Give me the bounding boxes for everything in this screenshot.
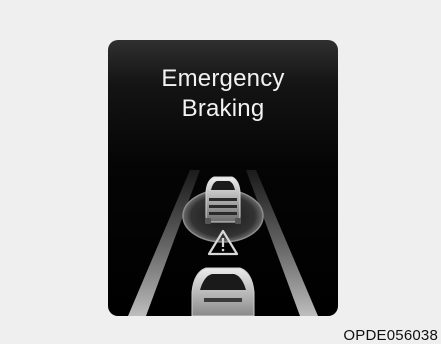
road-scene xyxy=(128,170,318,316)
illustration-page: Emergency Braking OPDE056038 xyxy=(0,0,441,344)
car-front-icon xyxy=(191,267,255,316)
figure-code: OPDE056038 xyxy=(343,327,438,344)
cluster-display: Emergency Braking xyxy=(108,40,338,316)
right-lane-line xyxy=(246,170,318,316)
car-rear-icon xyxy=(205,176,241,224)
left-lane-line xyxy=(128,170,200,316)
